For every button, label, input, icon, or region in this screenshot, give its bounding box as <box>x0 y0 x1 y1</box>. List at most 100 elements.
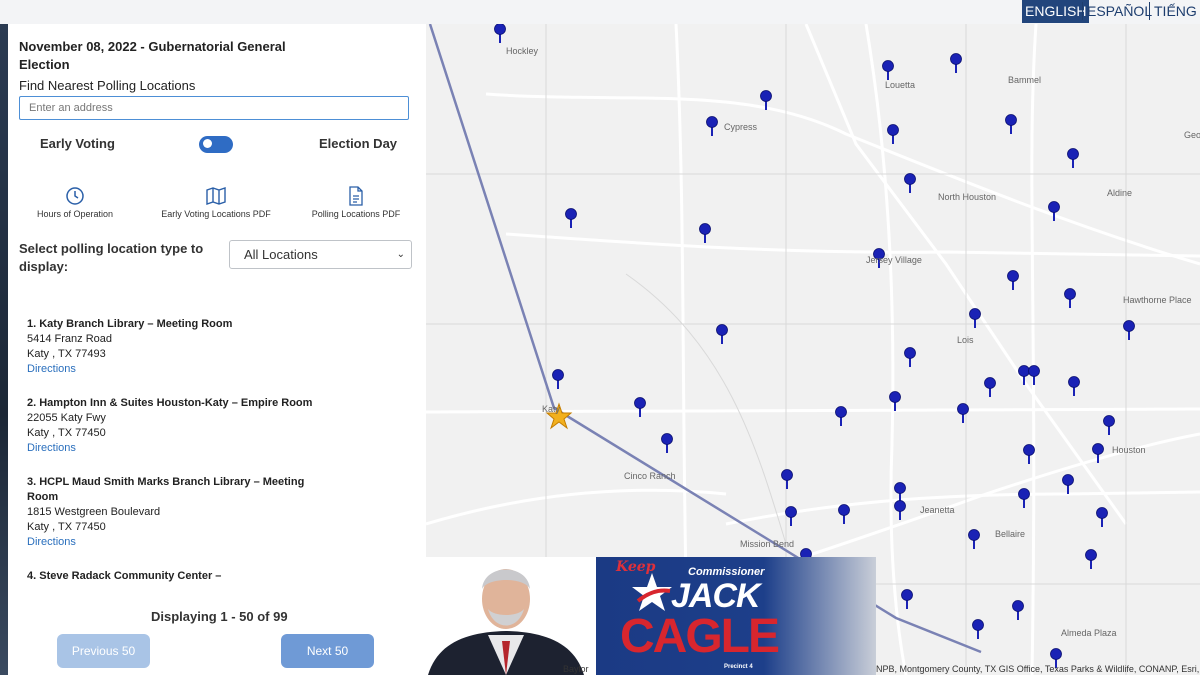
polling-location-pin[interactable] <box>706 116 718 137</box>
hours-button[interactable]: Hours of Operation <box>33 186 117 219</box>
polling-location-pin[interactable] <box>781 469 793 490</box>
previous-button[interactable]: Previous 50 <box>57 634 150 668</box>
lang-vietnamese[interactable]: TIẾNG V <box>1152 0 1200 41</box>
place-label: Mission Bend <box>740 539 794 549</box>
polling-location-pin[interactable] <box>838 504 850 525</box>
directions-link[interactable]: Directions <box>27 535 327 550</box>
search-panel: November 08, 2022 - Gubernatorial Genera… <box>8 24 426 675</box>
place-label: Jersey Village <box>866 255 922 265</box>
polling-location-pin[interactable] <box>968 529 980 550</box>
lang-divider <box>1149 2 1150 20</box>
polling-location-pin[interactable] <box>1018 488 1030 509</box>
polling-location-pin[interactable] <box>1064 288 1076 309</box>
early-voting-pdf-label: Early Voting Locations PDF <box>161 209 271 219</box>
polling-location-pin[interactable] <box>887 124 899 145</box>
polling-location-pin[interactable] <box>835 406 847 427</box>
polling-location-pin[interactable] <box>494 24 506 43</box>
location-address: 1815 Westgreen Boulevard <box>27 506 161 518</box>
directions-link[interactable]: Directions <box>27 362 327 377</box>
toggle-knob <box>203 139 212 148</box>
place-label: Aldine <box>1107 188 1132 198</box>
clock-icon <box>66 187 84 205</box>
attribution-right: NPB, Montgomery County, TX GIS Office, T… <box>876 664 1200 674</box>
background-strip <box>0 24 8 675</box>
polling-location-pin[interactable] <box>950 53 962 74</box>
list-item: 1. Katy Branch Library – Meeting Room 54… <box>27 317 327 377</box>
polling-location-pin[interactable] <box>565 208 577 229</box>
chevron-down-icon: ⌄ <box>396 249 405 260</box>
select-value: All Locations <box>244 247 318 262</box>
location-name: 2. Hampton Inn & Suites Houston-Katy – E… <box>27 397 313 409</box>
place-label: Cypress <box>724 122 758 132</box>
polling-location-pin[interactable] <box>552 369 564 390</box>
polling-location-pin[interactable] <box>1085 549 1097 570</box>
polling-pdf-label: Polling Locations PDF <box>311 209 401 219</box>
banner-precinct: Precinct 4 <box>724 664 753 670</box>
polling-location-pin[interactable] <box>1103 415 1115 436</box>
place-label: Houston <box>1112 445 1146 455</box>
polling-location-pin[interactable] <box>972 619 984 640</box>
polling-location-pin[interactable] <box>1005 114 1017 135</box>
location-name: 4. Steve Radack Community Center – <box>27 570 222 582</box>
polling-location-pin[interactable] <box>882 60 894 81</box>
list-item: 4. Steve Radack Community Center – <box>27 569 327 584</box>
candidate-photo <box>418 557 596 675</box>
polling-location-pin[interactable] <box>904 173 916 194</box>
polling-location-pin[interactable] <box>901 589 913 610</box>
polling-location-pin[interactable] <box>969 308 981 329</box>
banner-last-name: CAGLE <box>620 610 780 663</box>
place-label: Almeda Plaza <box>1061 628 1117 638</box>
top-bar: ENGLISH ESPAÑOL TIẾNG V <box>0 0 1200 41</box>
hours-label: Hours of Operation <box>36 209 114 219</box>
star-icon <box>632 573 672 611</box>
address-input[interactable] <box>19 96 409 120</box>
place-label: Hawthorne Place <box>1123 295 1192 305</box>
location-list[interactable]: 1. Katy Branch Library – Meeting Room 54… <box>27 317 327 599</box>
polling-location-pin[interactable] <box>894 500 906 521</box>
document-icon <box>349 186 363 206</box>
polling-pdf-button[interactable]: Polling Locations PDF <box>310 186 402 219</box>
polling-location-pin[interactable] <box>1067 148 1079 169</box>
polling-location-pin[interactable] <box>984 377 996 398</box>
polling-location-pin[interactable] <box>1012 600 1024 621</box>
lang-espanol[interactable]: ESPAÑOL <box>1085 0 1154 23</box>
place-label: Bammel <box>1008 75 1041 85</box>
polling-location-pin[interactable] <box>1028 365 1040 386</box>
location-city: Katy , TX 77450 <box>27 427 106 439</box>
location-address: 5414 Franz Road <box>27 333 112 345</box>
polling-location-pin[interactable] <box>1007 270 1019 291</box>
lang-divider <box>1082 2 1083 20</box>
place-label: Hockley <box>506 46 539 56</box>
polling-location-pin[interactable] <box>785 506 797 527</box>
location-name: 1. Katy Branch Library – Meeting Room <box>27 318 233 330</box>
polling-location-pin[interactable] <box>1018 365 1030 386</box>
location-name: 3. HCPL Maud Smith Marks Branch Library … <box>27 476 305 503</box>
polling-location-pin[interactable] <box>1062 474 1074 495</box>
location-city: Katy , TX 77493 <box>27 348 106 360</box>
polling-location-pin[interactable] <box>716 324 728 345</box>
election-title: November 08, 2022 - Gubernatorial Genera… <box>19 39 286 72</box>
early-voting-pdf-button[interactable]: Early Voting Locations PDF <box>159 186 273 219</box>
select-label: Select polling location type to display: <box>19 241 204 274</box>
polling-location-pin[interactable] <box>889 391 901 412</box>
polling-location-pin[interactable] <box>1068 376 1080 397</box>
map-icon <box>206 187 226 205</box>
polling-location-pin[interactable] <box>1123 320 1135 341</box>
polling-location-pin[interactable] <box>904 347 916 368</box>
election-day-label: Election Day <box>319 136 398 151</box>
location-type-select[interactable]: All Locations ⌄ <box>229 240 412 269</box>
next-button[interactable]: Next 50 <box>281 634 374 668</box>
directions-link[interactable]: Directions <box>27 441 327 456</box>
voting-type-toggle[interactable] <box>199 136 233 153</box>
place-label: Jeanetta <box>920 505 955 515</box>
location-address: 22055 Katy Fwy <box>27 412 106 424</box>
polling-location-pin[interactable] <box>634 397 646 418</box>
polling-location-pin[interactable] <box>957 403 969 424</box>
early-voting-label: Early Voting <box>40 136 115 151</box>
polling-location-pin[interactable] <box>661 433 673 454</box>
lang-english[interactable]: ENGLISH <box>1022 0 1090 23</box>
location-city: Katy , TX 77450 <box>27 521 106 533</box>
polling-location-pin[interactable] <box>699 223 711 244</box>
list-item: 3. HCPL Maud Smith Marks Branch Library … <box>27 475 327 550</box>
polling-location-pin[interactable] <box>1096 507 1108 528</box>
